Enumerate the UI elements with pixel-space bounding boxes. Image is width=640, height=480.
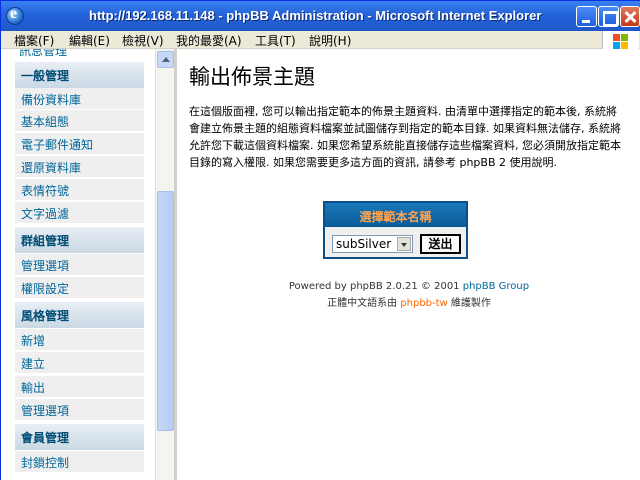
menu-view[interactable]: 檢視(V) xyxy=(122,32,164,49)
title-bar: http://192.168.11.148 - phpBB Administra… xyxy=(1,1,640,31)
nav-section-groups: 群組管理 xyxy=(15,226,144,253)
phpbb-tw-link[interactable]: phpbb-tw xyxy=(400,298,447,309)
nav-link-config[interactable]: 基本組態 xyxy=(15,110,144,132)
nav-link-word-censor[interactable]: 文字過濾 xyxy=(15,202,144,224)
template-select-header: 選擇範本名稱 xyxy=(325,203,466,227)
page-description: 在這個版面裡, 您可以輸出指定範本的佈景主題資料. 由清單中選擇指定的範本後, … xyxy=(189,105,621,169)
template-select[interactable]: subSilver xyxy=(332,235,413,253)
nav-section-styles: 風格管理 xyxy=(15,301,144,328)
powered-by: Powered by phpBB 2.0.21 © 2001 phpBB Gro… xyxy=(288,281,530,292)
nav-link-restore[interactable]: 還原資料庫 xyxy=(15,156,144,178)
menu-tools[interactable]: 工具(T) xyxy=(255,32,296,49)
nav-scrollbar[interactable] xyxy=(155,49,174,480)
nav-partial-link[interactable]: 訊息管理 xyxy=(19,49,67,59)
scroll-thumb[interactable] xyxy=(157,191,174,431)
window-title: http://192.168.11.148 - phpBB Administra… xyxy=(89,8,542,23)
phpbb-group-link[interactable]: phpBB Group xyxy=(463,281,529,292)
browser-window: http://192.168.11.148 - phpBB Administra… xyxy=(0,0,640,480)
nav-link-style-add[interactable]: 新增 xyxy=(15,329,144,351)
template-select-row: subSilver 送出 xyxy=(325,227,466,257)
nav-link-group-permissions[interactable]: 權限設定 xyxy=(15,277,144,299)
template-select-form: 選擇範本名稱 subSilver 送出 xyxy=(323,201,468,259)
scroll-up-icon[interactable] xyxy=(157,51,174,68)
nav-section-users: 會員管理 xyxy=(15,423,144,450)
page-title: 輸出佈景主題 xyxy=(189,65,315,89)
nav-link-ban-control[interactable]: 封鎖控制 xyxy=(15,451,144,473)
nav-link-backup[interactable]: 備份資料庫 xyxy=(15,88,144,110)
close-button[interactable] xyxy=(620,6,640,27)
menu-help[interactable]: 說明(H) xyxy=(309,32,351,49)
admin-nav-frame: 訊息管理 一般管理 備份資料庫 基本組態 電子郵件通知 還原資料庫 表情符號 文… xyxy=(1,49,177,480)
nav-section-general: 一般管理 xyxy=(15,61,144,88)
ie-icon xyxy=(6,5,24,25)
maximize-button[interactable] xyxy=(598,6,619,27)
menu-file[interactable]: 檔案(F) xyxy=(14,32,54,49)
nav-link-group-manage[interactable]: 管理選項 xyxy=(15,254,144,276)
translation-credit: 正體中文語系由 phpbb-tw 維護製作 xyxy=(327,298,491,309)
minimize-button[interactable] xyxy=(576,6,597,27)
nav-link-email[interactable]: 電子郵件通知 xyxy=(15,133,144,155)
menu-bar: 檔案(F) 編輯(E) 檢視(V) 我的最愛(A) 工具(T) 說明(H) xyxy=(1,31,640,53)
submit-button[interactable]: 送出 xyxy=(420,234,461,254)
menu-edit[interactable]: 編輯(E) xyxy=(69,32,110,49)
nav-link-style-export[interactable]: 輸出 xyxy=(15,376,144,398)
menu-favorites[interactable]: 我的最愛(A) xyxy=(176,32,242,49)
chevron-down-icon[interactable] xyxy=(397,237,411,251)
admin-content-frame: 輸出佈景主題 在這個版面裡, 您可以輸出指定範本的佈景主題資料. 由清單中選擇指… xyxy=(177,49,640,480)
nav-link-style-create[interactable]: 建立 xyxy=(15,352,144,374)
nav-link-smilies[interactable]: 表情符號 xyxy=(15,179,144,201)
nav-link-style-manage[interactable]: 管理選項 xyxy=(15,399,144,421)
